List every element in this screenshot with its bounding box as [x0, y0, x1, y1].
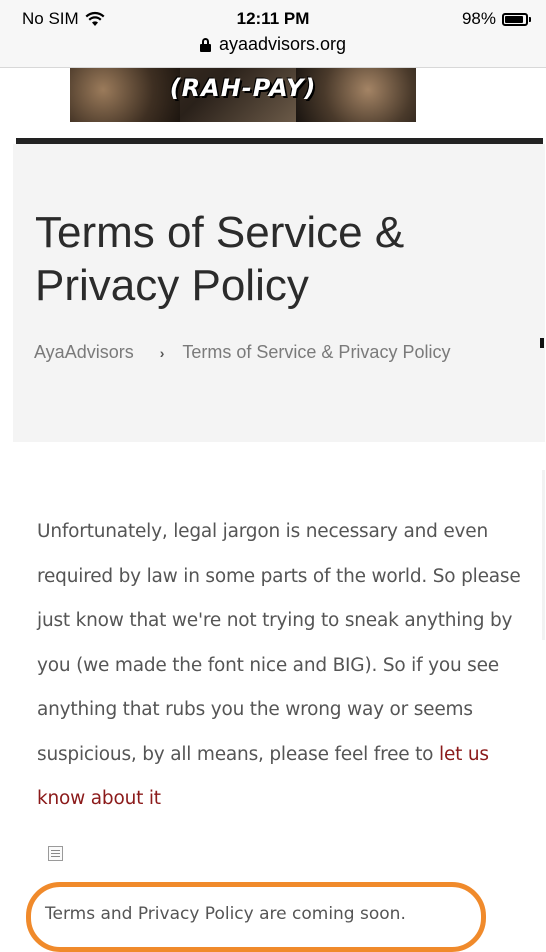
broken-image-icon: [48, 846, 63, 861]
page-title: Terms of Service & Privacy Policy: [35, 208, 405, 310]
battery-percent: 98%: [461, 9, 496, 28]
chevron-right-icon: ›: [159, 344, 165, 361]
address-bar[interactable]: ayaadvisors.org: [0, 30, 546, 68]
status-bar: No SIM 12:11 PM 98%: [0, 0, 546, 30]
intro-paragraph: Unfortunately, legal jargon is necessary…: [37, 510, 527, 822]
header-banner-image: (RAH-PAY): [70, 68, 416, 122]
coming-soon-notice: Terms and Privacy Policy are coming soon…: [45, 904, 406, 924]
scroll-indicator: [540, 338, 544, 348]
url-display[interactable]: ayaadvisors.org: [199, 34, 346, 55]
lock-icon: [199, 37, 211, 52]
battery-icon: [502, 12, 531, 26]
scroll-track: [542, 470, 545, 640]
battery-status: 98%: [461, 9, 531, 29]
page-header: Terms of Service & Privacy Policy AyaAdv…: [13, 144, 545, 442]
breadcrumb: AyaAdvisors › Terms of Service & Privacy…: [34, 342, 450, 363]
breadcrumb-home-link[interactable]: AyaAdvisors: [34, 342, 134, 363]
url-domain[interactable]: ayaadvisors.org: [219, 34, 346, 55]
intro-text: Unfortunately, legal jargon is necessary…: [37, 521, 521, 765]
banner-text: (RAH-PAY): [169, 74, 317, 102]
breadcrumb-current: Terms of Service & Privacy Policy: [182, 342, 451, 362]
